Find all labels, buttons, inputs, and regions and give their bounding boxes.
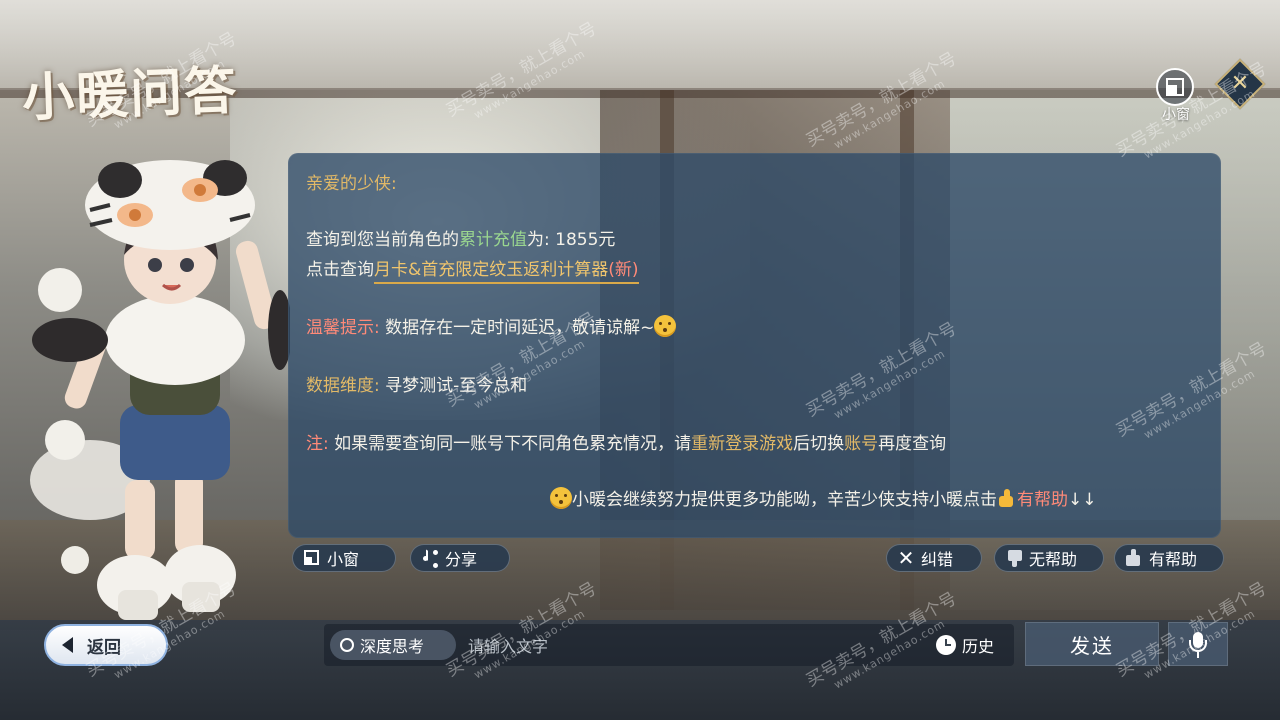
thumbs-up-icon bbox=[1125, 549, 1143, 567]
note-text: 再度查询 bbox=[878, 434, 947, 454]
closing-line: 小暖会继续努力提供更多功能呦，辛苦少侠支持小暖点击 有帮助↓↓ bbox=[550, 485, 1097, 510]
history-label: 历史 bbox=[962, 637, 995, 656]
calculator-prefix: 点击查询 bbox=[306, 260, 374, 280]
recharge-prefix: 查询到您当前角色的 bbox=[306, 230, 459, 250]
close-icon: ✕ bbox=[1230, 71, 1250, 96]
deep-think-label: 深度思考 bbox=[360, 637, 425, 656]
closing-arrows: ↓↓ bbox=[1068, 490, 1097, 510]
mini-window-button-label: 小窗 bbox=[327, 550, 360, 569]
closing-helpful: 有帮助 bbox=[1017, 490, 1068, 510]
share-icon bbox=[421, 549, 439, 567]
correct-button-label: 纠错 bbox=[921, 550, 954, 569]
back-button[interactable]: 返回 bbox=[44, 624, 168, 666]
voice-input-button[interactable] bbox=[1168, 622, 1228, 666]
tip-text: 数据存在一定时间延迟，敬请谅解~ bbox=[385, 318, 655, 338]
share-button-label: 分享 bbox=[445, 550, 478, 569]
greeting: 亲爱的少侠: bbox=[306, 174, 397, 194]
shy-face-emoji-icon bbox=[654, 315, 677, 337]
shy-face-emoji-icon bbox=[550, 487, 572, 509]
mini-window-label[interactable]: 小窗 bbox=[1156, 104, 1196, 124]
not-helpful-button[interactable]: 无帮助 bbox=[994, 544, 1104, 572]
chat-input[interactable] bbox=[466, 628, 930, 664]
tip-line: 温馨提示: 数据存在一定时间延迟，敬请谅解~ bbox=[306, 313, 677, 338]
share-button[interactable]: 分享 bbox=[410, 544, 510, 572]
closing-text: 小暖会继续努力提供更多功能呦，辛苦少侠支持小暖点击 bbox=[572, 490, 997, 510]
clock-icon bbox=[936, 635, 956, 655]
note-highlight-relogin: 重新登录游戏 bbox=[691, 434, 794, 454]
calculator-line: 点击查询月卡&首充限定纹玉返利计算器(新) bbox=[306, 255, 639, 284]
note-highlight-account: 账号 bbox=[844, 434, 879, 454]
note-label: 注: bbox=[306, 434, 329, 454]
dimension-label: 数据维度: bbox=[306, 376, 380, 396]
thumbs-down-icon bbox=[1005, 549, 1023, 567]
note-text: 后切换 bbox=[793, 434, 845, 454]
history-button[interactable]: 历史 bbox=[936, 630, 994, 660]
dimension-line: 数据维度: 寻梦测试-至今总和 bbox=[306, 371, 527, 396]
recharge-line: 查询到您当前角色的累计充值为: 1855元 bbox=[306, 225, 615, 250]
not-helpful-button-label: 无帮助 bbox=[1029, 550, 1078, 569]
recharge-highlight: 累计充值 bbox=[459, 230, 527, 250]
x-icon: ✕ bbox=[897, 546, 915, 570]
note-text: 如果需要查询同一账号下不同角色累充情况，请 bbox=[334, 434, 692, 454]
mini-window-button[interactable]: 小窗 bbox=[292, 544, 396, 572]
tip-label: 温馨提示: bbox=[306, 318, 380, 338]
answer-panel: 亲爱的少侠: 查询到您当前角色的累计充值为: 1855元 点击查询月卡&首充限定… bbox=[288, 153, 1221, 538]
recharge-value: 为: 1855元 bbox=[527, 230, 616, 250]
helpful-button[interactable]: 有帮助 bbox=[1114, 544, 1224, 572]
correct-button[interactable]: ✕ 纠错 bbox=[886, 544, 982, 572]
back-arrow-icon bbox=[62, 637, 73, 653]
page-title: 小暖问答 bbox=[21, 60, 240, 129]
radio-circle-icon bbox=[340, 638, 354, 652]
deep-think-toggle[interactable]: 深度思考 bbox=[330, 630, 456, 660]
mini-window-icon[interactable] bbox=[1156, 68, 1194, 106]
dimension-text: 寻梦测试-至今总和 bbox=[385, 376, 528, 396]
helpful-button-label: 有帮助 bbox=[1149, 550, 1198, 569]
send-button[interactable]: 发送 bbox=[1025, 622, 1159, 666]
new-badge[interactable]: (新) bbox=[608, 260, 638, 280]
note-line: 注: 如果需要查询同一账号下不同角色累充情况，请重新登录游戏后切换账号再度查询 bbox=[306, 429, 946, 454]
character-illustration bbox=[30, 160, 290, 620]
calculator-link-text[interactable]: 月卡&首充限定纹玉返利计算器 bbox=[374, 260, 608, 280]
thumbs-up-emoji-icon bbox=[997, 488, 1017, 508]
calculator-link[interactable]: 月卡&首充限定纹玉返利计算器(新) bbox=[374, 260, 639, 284]
mini-window-icon bbox=[303, 549, 321, 567]
back-button-label: 返回 bbox=[87, 637, 121, 658]
